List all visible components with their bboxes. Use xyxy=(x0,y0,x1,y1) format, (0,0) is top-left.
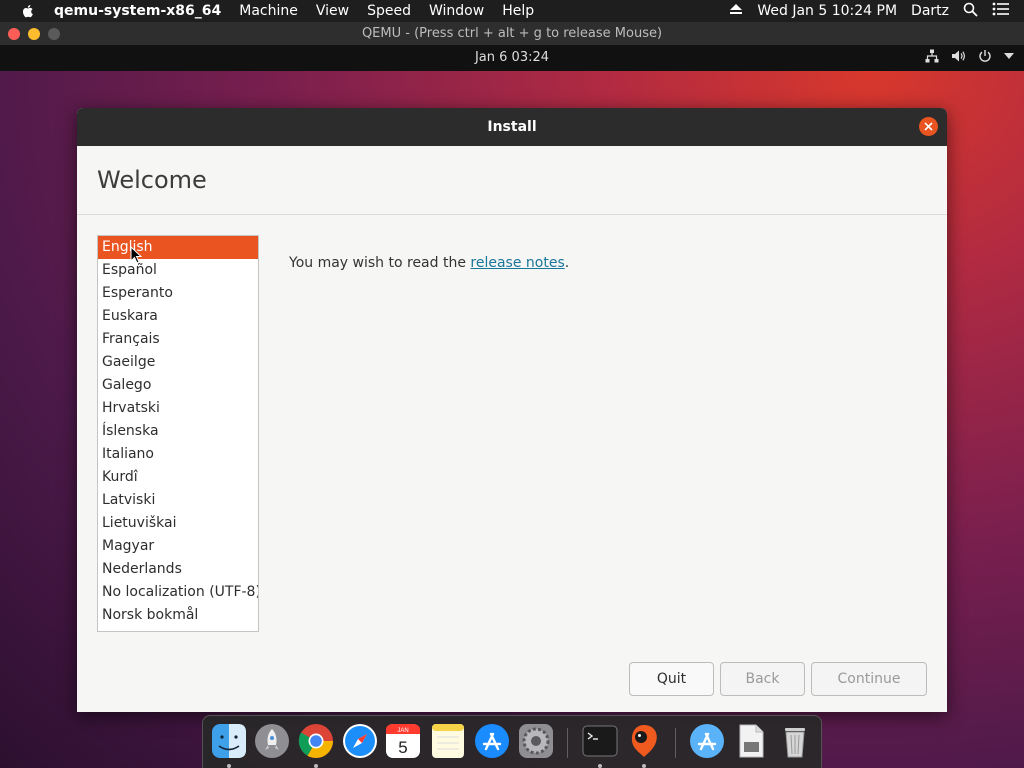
document-icon[interactable] xyxy=(732,722,770,760)
language-list-item[interactable]: Español xyxy=(98,259,258,282)
language-list-item[interactable]: Galego xyxy=(98,374,258,397)
terminal-icon[interactable] xyxy=(581,722,619,760)
running-indicator xyxy=(227,764,231,768)
release-notes-text: You may wish to read the release notes. xyxy=(289,255,569,271)
power-icon[interactable] xyxy=(978,49,992,63)
header-divider xyxy=(77,214,947,215)
svg-text:JAN: JAN xyxy=(397,728,408,734)
guest-top-panel: Jan 6 03:24 xyxy=(0,46,1024,71)
qemu-window-title: QEMU - (Press ctrl + alt + g to release … xyxy=(361,26,663,41)
language-list-item[interactable]: Nederlands xyxy=(98,558,258,581)
dock-separator xyxy=(675,728,676,758)
qemu-window-titlebar[interactable]: QEMU - (Press ctrl + alt + g to release … xyxy=(0,22,1024,46)
language-list-item[interactable]: Kurdî xyxy=(98,466,258,489)
dialog-close-button[interactable] xyxy=(919,117,938,136)
menubar-datetime[interactable]: Wed Jan 5 10:24 PM xyxy=(757,3,897,19)
finder-icon[interactable] xyxy=(210,722,248,760)
mouse-cursor-icon xyxy=(130,245,143,268)
language-list-item[interactable]: Italiano xyxy=(98,443,258,466)
running-indicator xyxy=(598,764,602,768)
running-indicator xyxy=(314,764,318,768)
control-center-icon[interactable] xyxy=(992,2,1010,20)
language-list-item[interactable]: Euskara xyxy=(98,305,258,328)
close-icon xyxy=(924,122,933,131)
trash-icon[interactable] xyxy=(776,722,814,760)
eject-icon[interactable] xyxy=(729,3,743,19)
language-list-item[interactable]: Lietuviškai xyxy=(98,512,258,535)
back-button[interactable]: Back xyxy=(720,662,805,696)
language-list-item[interactable]: Gaeilge xyxy=(98,351,258,374)
running-indicator xyxy=(642,764,646,768)
spotlight-search-icon[interactable] xyxy=(963,2,978,21)
release-notes-link[interactable]: release notes xyxy=(470,255,564,271)
language-list-item[interactable]: No localization (UTF-8) xyxy=(98,581,258,604)
language-list-item[interactable]: Latviski xyxy=(98,489,258,512)
system-preferences-icon[interactable] xyxy=(517,722,555,760)
mac-menubar: qemu-system-x86_64 Machine View Speed Wi… xyxy=(0,0,1024,22)
svg-text:5: 5 xyxy=(398,738,407,757)
menu-speed[interactable]: Speed xyxy=(367,3,411,19)
calendar-icon[interactable]: JAN 5 xyxy=(384,722,422,760)
app-store-icon[interactable] xyxy=(473,722,511,760)
language-list-item[interactable]: Esperanto xyxy=(98,282,258,305)
menu-window[interactable]: Window xyxy=(429,3,484,19)
safari-icon[interactable] xyxy=(341,722,379,760)
chrome-icon[interactable] xyxy=(297,722,335,760)
release-notes-suffix: . xyxy=(564,255,570,271)
menu-machine[interactable]: Machine xyxy=(239,3,298,19)
dialog-titlebar[interactable]: Install xyxy=(77,108,947,146)
menu-view[interactable]: View xyxy=(316,3,349,19)
apple-menu-icon[interactable] xyxy=(20,3,40,19)
app-menu[interactable]: qemu-system-x86_64 xyxy=(54,3,221,19)
quit-button[interactable]: Quit xyxy=(629,662,714,696)
dock-separator xyxy=(567,728,568,758)
window-close-button[interactable] xyxy=(8,28,20,40)
window-minimize-button[interactable] xyxy=(28,28,40,40)
install-dialog: Install Welcome English Español Esperanto E… xyxy=(77,108,947,712)
menubar-user[interactable]: Dartz xyxy=(911,3,949,19)
menu-help[interactable]: Help xyxy=(502,3,534,19)
network-icon[interactable] xyxy=(925,49,939,63)
language-list[interactable]: English Español Esperanto Euskara Français Ga… xyxy=(97,235,259,632)
applications-folder-icon[interactable] xyxy=(688,722,726,760)
language-list-item[interactable]: Hrvatski xyxy=(98,397,258,420)
window-zoom-button[interactable] xyxy=(48,28,60,40)
release-notes-prefix: You may wish to read the xyxy=(289,255,471,271)
language-list-item[interactable]: Norsk bokmål xyxy=(98,604,258,627)
page-title: Welcome xyxy=(97,166,207,194)
launchpad-icon[interactable] xyxy=(253,722,291,760)
dock: JAN 5 xyxy=(202,715,822,768)
language-list-item[interactable]: English xyxy=(98,236,258,259)
guest-clock[interactable]: Jan 6 03:24 xyxy=(0,50,1024,65)
volume-icon[interactable] xyxy=(951,49,966,63)
language-list-item[interactable]: Magyar xyxy=(98,535,258,558)
system-menu-chevron-down-icon[interactable] xyxy=(1004,53,1014,59)
language-list-item[interactable]: Français xyxy=(98,328,258,351)
dialog-title: Install xyxy=(487,119,537,135)
language-list-item[interactable]: Íslenska xyxy=(98,420,258,443)
qemu-icon[interactable] xyxy=(625,722,663,760)
continue-button[interactable]: Continue xyxy=(811,662,927,696)
notes-icon[interactable] xyxy=(429,722,467,760)
